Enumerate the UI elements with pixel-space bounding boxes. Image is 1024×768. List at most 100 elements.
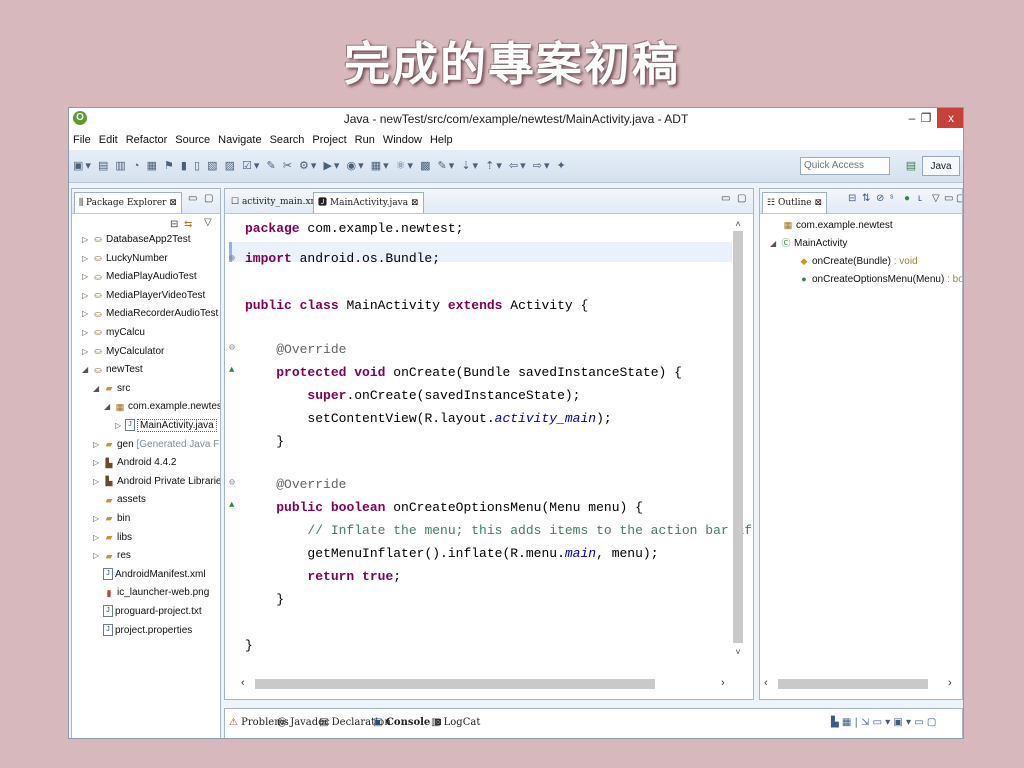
- java-perspective-button[interactable]: Java: [922, 156, 960, 176]
- menu-edit[interactable]: Edit: [95, 130, 122, 150]
- menu-file[interactable]: File: [69, 130, 95, 150]
- twisty-icon[interactable]: ▷: [82, 305, 92, 323]
- hide-static-icon[interactable]: ˢ: [890, 193, 893, 204]
- twisty-icon[interactable]: ▷: [82, 287, 92, 305]
- tree-item[interactable]: ▷ ⛀ MediaPlayAudioTest: [82, 268, 197, 286]
- twisty-icon[interactable]: ◢: [104, 398, 114, 416]
- tree-item[interactable]: ▷ ▙ Android 4.4.2: [93, 454, 177, 472]
- code-editor[interactable]: package com.example.newtest; ⊕ import an…: [225, 213, 752, 669]
- menu-project[interactable]: Project: [308, 130, 350, 150]
- tree-item[interactable]: ▷ ⛀ MyCalculator: [82, 343, 164, 361]
- scroll-thumb[interactable]: [733, 231, 743, 643]
- view-menu-icon[interactable]: ▽: [932, 193, 940, 204]
- tree-item[interactable]: ▷ ⛀ MediaPlayerVideoTest: [82, 287, 205, 305]
- scroll-thumb[interactable]: [255, 679, 655, 689]
- collapse-all-icon[interactable]: ⊟: [170, 219, 178, 230]
- twisty-icon[interactable]: ▷: [82, 231, 92, 249]
- tree-item[interactable]: ▷ J MainActivity.java: [115, 417, 217, 435]
- console-toolbar-icons[interactable]: ▙ ▦ | ⇲ ▭ ▾ ▣ ▾ ▭ ▢: [831, 717, 936, 728]
- twisty-icon[interactable]: ▷: [115, 417, 125, 435]
- tree-item[interactable]: ▷ ▙ Android Private Libraries: [93, 473, 220, 491]
- outline-package[interactable]: ▦ com.example.newtest: [782, 217, 893, 235]
- maximize-view-icon[interactable]: ▢: [204, 193, 213, 204]
- hide-nonpublic-icon[interactable]: ●: [904, 193, 910, 204]
- twisty-icon[interactable]: ▷: [93, 436, 103, 454]
- hide-fields-icon[interactable]: ⊘: [876, 193, 884, 204]
- sort-icon[interactable]: ⇅: [862, 193, 870, 204]
- outline-method[interactable]: ◆ onCreate(Bundle) : void: [798, 253, 918, 271]
- scroll-thumb[interactable]: [778, 679, 928, 689]
- link-editor-icon[interactable]: ⇆: [184, 219, 192, 230]
- tree-item[interactable]: ◢ ▰ src: [93, 380, 130, 398]
- tab-logcat[interactable]: ▥ LogCat: [431, 717, 480, 728]
- maximize-view-icon[interactable]: ▢: [956, 193, 962, 204]
- twisty-icon[interactable]: ▷: [82, 268, 92, 286]
- twisty-icon[interactable]: ▷: [93, 529, 103, 547]
- tree-item[interactable]: ◢ ▦ com.example.newtest: [104, 398, 220, 416]
- scroll-right-icon[interactable]: ›: [721, 677, 725, 689]
- scroll-left-icon[interactable]: ‹: [764, 677, 768, 689]
- tree-item[interactable]: ▰ assets: [93, 491, 146, 509]
- tab-package-explorer[interactable]: ⫼ Package Explorer ⊠: [74, 192, 182, 213]
- fold-collapse-icon[interactable]: ⊖: [229, 477, 235, 489]
- tree-item[interactable]: Jproguard-project.txt: [93, 603, 202, 621]
- close-icon[interactable]: ⊠: [411, 198, 419, 208]
- twisty-icon[interactable]: ▷: [93, 473, 103, 491]
- menu-help[interactable]: Help: [426, 130, 457, 150]
- tree-item[interactable]: ◢ ⛀ newTest: [82, 361, 143, 379]
- tab-main-activity-java[interactable]: 🅹 MainActivity.java ⊠: [313, 192, 424, 213]
- fold-expand-icon[interactable]: ⊕: [229, 253, 235, 265]
- tree-item[interactable]: ▷▰ gen [Generated Java Files]: [93, 436, 220, 454]
- view-menu-icon[interactable]: ▽: [204, 217, 212, 228]
- scroll-down-icon[interactable]: ˅: [733, 647, 743, 657]
- twisty-expanded-icon[interactable]: ◢: [770, 235, 780, 253]
- menu-refactor[interactable]: Refactor: [122, 130, 172, 150]
- open-perspective-icon[interactable]: ▤: [903, 158, 919, 174]
- twisty-icon[interactable]: ▷: [82, 250, 92, 268]
- menu-run[interactable]: Run: [351, 130, 379, 150]
- close-icon[interactable]: ⊠: [814, 198, 822, 208]
- minimize-view-icon[interactable]: ▭: [721, 193, 730, 204]
- twisty-icon[interactable]: ▷: [82, 324, 92, 342]
- twisty-icon[interactable]: ◢: [93, 380, 103, 398]
- tree-item[interactable]: Jproject.properties: [93, 622, 192, 640]
- tab-activity-main-xml[interactable]: ☐ activity_main.xml: [227, 192, 326, 212]
- outline-horizontal-scrollbar[interactable]: ‹ ›: [764, 677, 958, 691]
- twisty-icon[interactable]: ▷: [93, 454, 103, 472]
- quick-access-input[interactable]: [800, 157, 890, 175]
- close-icon[interactable]: ⊠: [169, 198, 177, 208]
- tree-item[interactable]: ▮ ic_launcher-web.png: [93, 584, 210, 602]
- hide-local-types-icon[interactable]: ʟ: [918, 193, 922, 204]
- collapse-all-icon[interactable]: ⊟: [848, 193, 856, 204]
- twisty-icon[interactable]: ▷: [93, 510, 103, 528]
- tree-item[interactable]: J AndroidManifest.xml: [93, 566, 206, 584]
- tree-item[interactable]: ▷ ▰ libs: [93, 529, 132, 547]
- tree-item[interactable]: ▷ ⛀ myCalcu: [82, 324, 145, 342]
- tree-item[interactable]: ▷ ⛀ DatabaseApp2Test: [82, 231, 191, 249]
- scroll-up-icon[interactable]: ˄: [733, 219, 743, 229]
- tree-item[interactable]: ▷ ⛀ LuckyNumber: [82, 250, 168, 268]
- close-button[interactable]: x: [937, 108, 963, 128]
- menu-window[interactable]: Window: [379, 130, 426, 150]
- minimize-view-icon[interactable]: ▭: [944, 193, 953, 204]
- tree-item[interactable]: ▷ ▰ bin: [93, 510, 130, 528]
- editor-horizontal-scrollbar[interactable]: ‹ ›: [241, 677, 731, 691]
- fold-collapse-icon[interactable]: ⊖: [229, 342, 235, 354]
- twisty-icon[interactable]: ◢: [82, 361, 92, 379]
- outline-method[interactable]: ●onCreateOptionsMenu(Menu) : boole: [798, 271, 962, 289]
- menu-search[interactable]: Search: [266, 130, 309, 150]
- scroll-right-icon[interactable]: ›: [948, 677, 952, 689]
- tree-item[interactable]: ▷ ▰ res: [93, 547, 131, 565]
- menu-source[interactable]: Source: [171, 130, 214, 150]
- minimize-view-icon[interactable]: ▭: [188, 193, 197, 204]
- twisty-icon[interactable]: ▷: [82, 343, 92, 361]
- editor-vertical-scrollbar[interactable]: ˄ ˅: [733, 219, 743, 659]
- menu-navigate[interactable]: Navigate: [214, 130, 265, 150]
- toolbar-icons[interactable]: ▣▾ ▤ ▥ ◔ ▦ ⚑ ▮ ▯ ▧ ▨ ☑▾ ✎ ✂ ⚙▾ ▶▾ ◉▾ ▦▾ …: [73, 159, 568, 172]
- tab-outline[interactable]: ☷ Outline ⊠: [762, 192, 828, 213]
- tree-item[interactable]: ▷ ⛀ MediaRecorderAudioTest: [82, 305, 218, 323]
- maximize-view-icon[interactable]: ▢: [737, 193, 746, 204]
- scroll-left-icon[interactable]: ‹: [241, 677, 245, 689]
- maximize-button[interactable]: ❐: [915, 108, 937, 128]
- twisty-icon[interactable]: ▷: [93, 547, 103, 565]
